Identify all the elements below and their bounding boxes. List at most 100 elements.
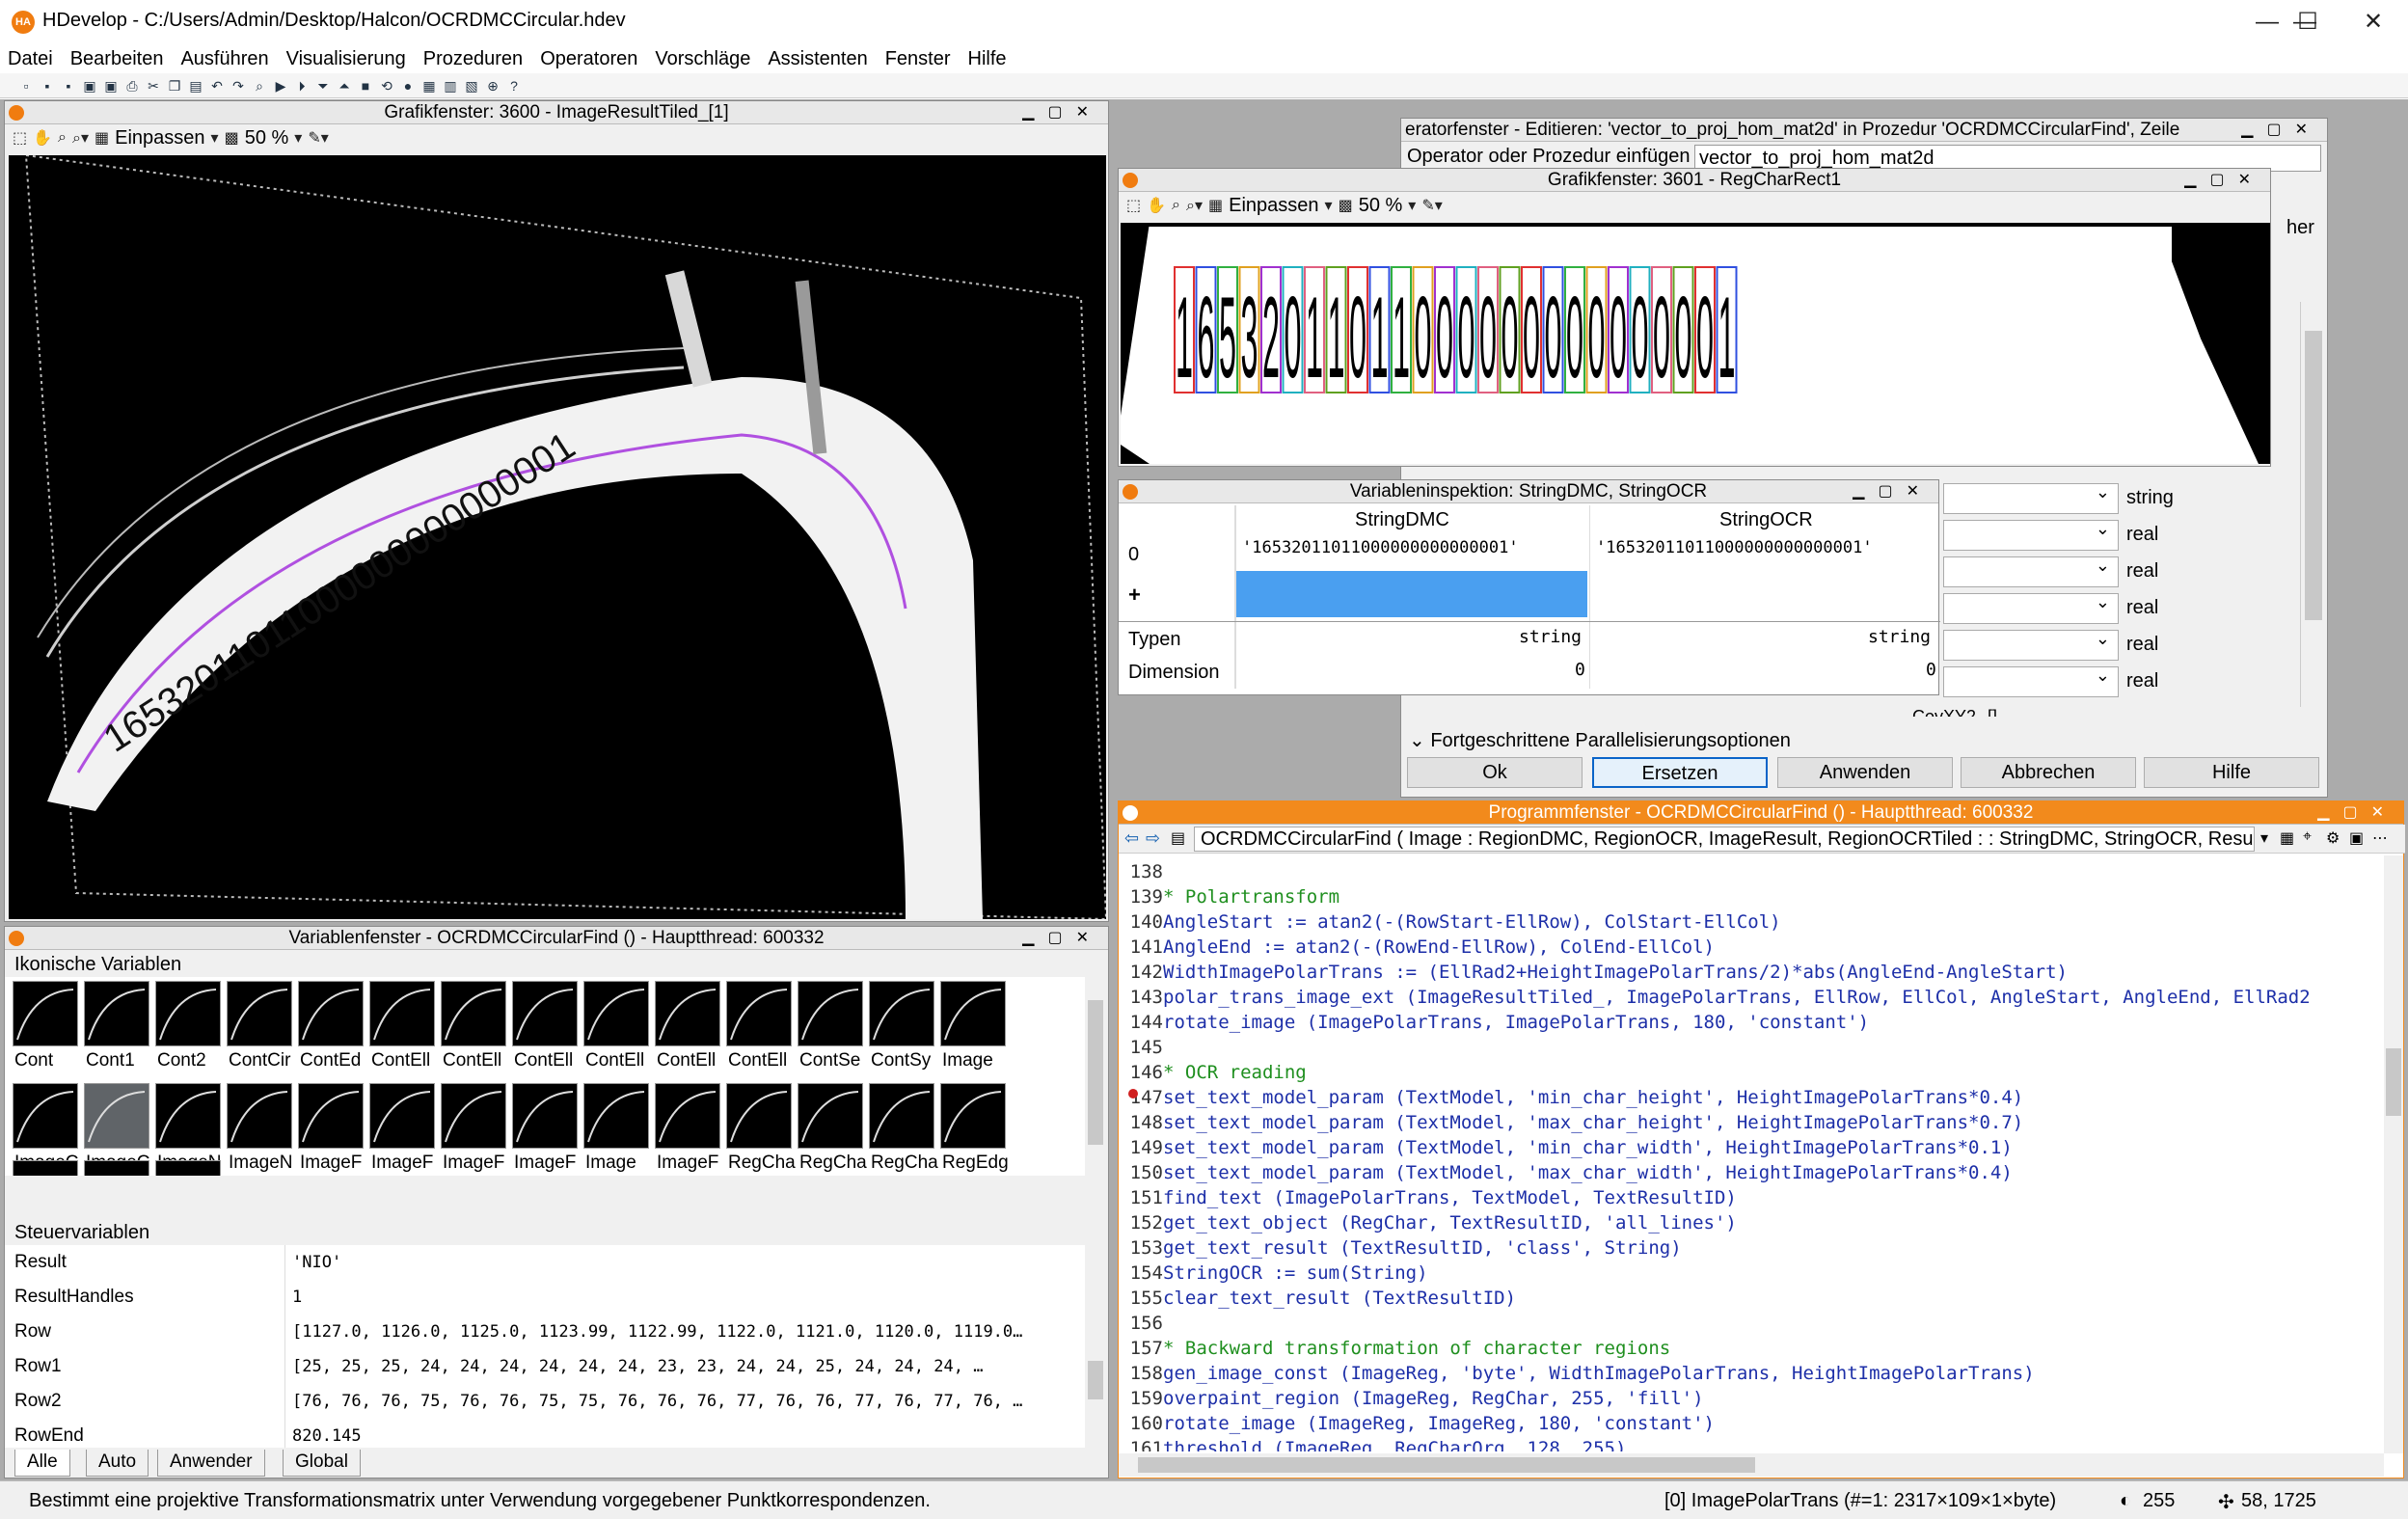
control-var-value[interactable]: 1	[292, 1280, 302, 1315]
iconic-variable-label[interactable]: Cont1	[86, 1050, 155, 1071]
control-var-name[interactable]: RowEnd	[14, 1419, 84, 1448]
iconic-variable-label[interactable]: ImageF	[300, 1153, 369, 1174]
iconic-thumbnail[interactable]	[298, 1083, 364, 1149]
apply-button[interactable]: Anwenden	[1777, 757, 1953, 788]
iconic-thumbnail[interactable]	[512, 1083, 578, 1149]
code-line[interactable]: 149set_text_model_param (TextModel, 'min…	[1124, 1135, 2378, 1160]
tab-alle[interactable]: Alle	[14, 1450, 70, 1477]
iconic-thumbnail[interactable]	[155, 1083, 221, 1149]
menu-vorschlaege[interactable]: Vorschläge	[655, 44, 750, 73]
iconic-scrollbar-thumb[interactable]	[1088, 1000, 1103, 1145]
color-tool-icon[interactable]: ✎▾	[1421, 196, 1442, 215]
iconic-thumbnail[interactable]	[13, 1083, 78, 1149]
operator-scrollbar-thumb[interactable]	[2305, 331, 2322, 620]
control-var-value[interactable]: 820.145	[292, 1419, 362, 1448]
code-scrollbar-thumb[interactable]	[2386, 1048, 2401, 1116]
code-line[interactable]: 157* Backward transformation of characte…	[1124, 1336, 2378, 1361]
iconic-thumbnail[interactable]	[798, 1083, 863, 1149]
chevron-down-icon[interactable]: ▾	[294, 128, 302, 148]
iconic-thumbnail[interactable]	[726, 1083, 792, 1149]
code-vertical-scrollbar[interactable]	[2384, 855, 2403, 1453]
param-dropdown-5[interactable]	[1943, 629, 2119, 661]
value-stringocr[interactable]: '16532011011000000000000001'	[1596, 538, 1873, 557]
control-var-name[interactable]: Result	[14, 1245, 67, 1280]
menu-visualisierung[interactable]: Visualisierung	[286, 44, 406, 73]
graphics-canvas-second[interactable]: 16532011011000000000000001	[1121, 223, 2270, 464]
settings-icon[interactable]: ⚙	[2326, 828, 2340, 848]
code-line[interactable]: 146* OCR reading	[1124, 1060, 2378, 1085]
zoom-in-icon[interactable]: ⌕	[58, 129, 67, 147]
redo-icon[interactable]: ↷	[230, 77, 247, 95]
graphics-canvas-main[interactable]: 16532011011000000000000001	[9, 155, 1106, 919]
new-file-icon[interactable]: ▫	[17, 77, 35, 95]
step-out-icon[interactable]: ⏶	[336, 77, 353, 95]
code-line[interactable]: 139* Polartransform	[1124, 884, 2378, 909]
param-dropdown-4[interactable]	[1943, 592, 2119, 624]
iconic-thumbnail[interactable]	[441, 1083, 506, 1149]
iconic-thumbnail[interactable]	[369, 981, 435, 1046]
iconic-variable-label[interactable]: ContEll	[585, 1050, 655, 1071]
menu-prozeduren[interactable]: Prozeduren	[423, 44, 523, 73]
save-icon[interactable]: ▣	[81, 77, 98, 95]
chevron-down-icon[interactable]: ▾	[2260, 828, 2268, 848]
variable-inspection-titlebar[interactable]: Variableninspektion: StringDMC, StringOC…	[1119, 480, 1938, 503]
fit-label[interactable]: Einpassen	[1229, 195, 1318, 217]
menu-bearbeiten[interactable]: Bearbeiten	[70, 44, 164, 73]
graphics-window-second-titlebar[interactable]: Grafikfenster: 3601 - RegCharRect1 ▁▢✕	[1119, 169, 2270, 192]
chart-icon[interactable]: ▥	[442, 77, 459, 95]
param-dropdown-3[interactable]	[1943, 556, 2119, 587]
graphics-window-main-titlebar[interactable]: Grafikfenster: 3600 - ImageResultTiled_[…	[5, 101, 1108, 124]
menu-hilfe[interactable]: Hilfe	[968, 44, 1007, 73]
code-h-scrollbar-thumb[interactable]	[1138, 1457, 1755, 1473]
iconic-variable-label[interactable]: Cont	[14, 1050, 84, 1071]
control-var-value[interactable]: 'NIO'	[292, 1245, 341, 1280]
iconic-variable-label[interactable]: ImageF	[657, 1153, 726, 1174]
control-var-value[interactable]: [1127.0, 1126.0, 1125.0, 1123.99, 1122.9…	[292, 1315, 1022, 1349]
cut-icon[interactable]: ✂	[145, 77, 162, 95]
add-row-icon[interactable]: +	[1128, 583, 1141, 608]
iconic-thumbnail[interactable]	[13, 981, 78, 1046]
iconic-variable-label[interactable]: ContEll	[514, 1050, 583, 1071]
code-editor[interactable]: 138 139* Polartransform 140AngleStart := a…	[1124, 859, 2378, 1451]
export-icon[interactable]: ▣	[2349, 828, 2364, 848]
iconic-thumbnail[interactable]	[441, 981, 506, 1046]
iconic-thumbnail[interactable]	[512, 981, 578, 1046]
menu-ausfuehren[interactable]: Ausführen	[180, 44, 268, 73]
variables-window-titlebar[interactable]: Variablenfenster - OCRDMCCircularFind ()…	[5, 927, 1108, 950]
control-scrollbar-thumb[interactable]	[1088, 1361, 1103, 1399]
iconic-variable-label[interactable]: ContSy	[871, 1050, 940, 1071]
replace-button[interactable]: Ersetzen	[1592, 757, 1768, 788]
iconic-thumbnail[interactable]	[155, 981, 221, 1046]
chevron-down-icon[interactable]: ▾	[1325, 196, 1333, 215]
code-line[interactable]: 145	[1124, 1035, 2378, 1060]
code-line[interactable]: 140AngleStart := atan2(-(RowStart-EllRow…	[1124, 909, 2378, 935]
control-var-name[interactable]: ResultHandles	[14, 1280, 134, 1315]
iconic-thumbnail[interactable]	[869, 1083, 934, 1149]
breakpoint-marker-icon[interactable]	[1128, 1089, 1138, 1099]
print-icon[interactable]: ⎙	[123, 77, 141, 95]
iconic-thumbnail[interactable]	[798, 981, 863, 1046]
pointer-icon[interactable]: ⬚	[1126, 196, 1141, 215]
selected-cell[interactable]	[1236, 571, 1587, 617]
iconic-thumbnail[interactable]	[227, 1083, 292, 1149]
code-horizontal-scrollbar[interactable]	[1119, 1453, 2384, 1477]
iconic-thumbnail[interactable]	[940, 1083, 1006, 1149]
menu-operatoren[interactable]: Operatoren	[540, 44, 637, 73]
param-dropdown-2[interactable]	[1943, 519, 2119, 551]
code-line[interactable]: 150set_text_model_param (TextModel, 'max…	[1124, 1160, 2378, 1185]
param-dropdown-6[interactable]	[1943, 665, 2119, 697]
iconic-variable-label[interactable]: ContCir	[229, 1050, 298, 1071]
run-icon[interactable]: ▶	[272, 77, 289, 95]
zoom-level[interactable]: 50 %	[1359, 195, 1403, 217]
undo-icon[interactable]: ↶	[208, 77, 226, 95]
control-var-value[interactable]: [76, 76, 76, 75, 76, 76, 75, 75, 76, 76,…	[292, 1384, 1022, 1419]
control-scrollbar[interactable]	[1085, 1245, 1106, 1448]
chevron-down-icon[interactable]: ▾	[211, 128, 219, 148]
iconic-variable-label[interactable]: RegCha	[799, 1153, 869, 1174]
window-controls[interactable]: ▁▢✕	[1022, 101, 1102, 124]
ok-button[interactable]: Ok	[1407, 757, 1583, 788]
control-var-value[interactable]: [25, 25, 25, 24, 24, 24, 24, 24, 24, 23,…	[292, 1349, 983, 1384]
iconic-thumbnail[interactable]	[155, 1160, 221, 1176]
zoom-in-icon[interactable]: ⌕	[1172, 197, 1180, 214]
col-header-stringocr[interactable]: StringOCR	[1719, 509, 1813, 531]
